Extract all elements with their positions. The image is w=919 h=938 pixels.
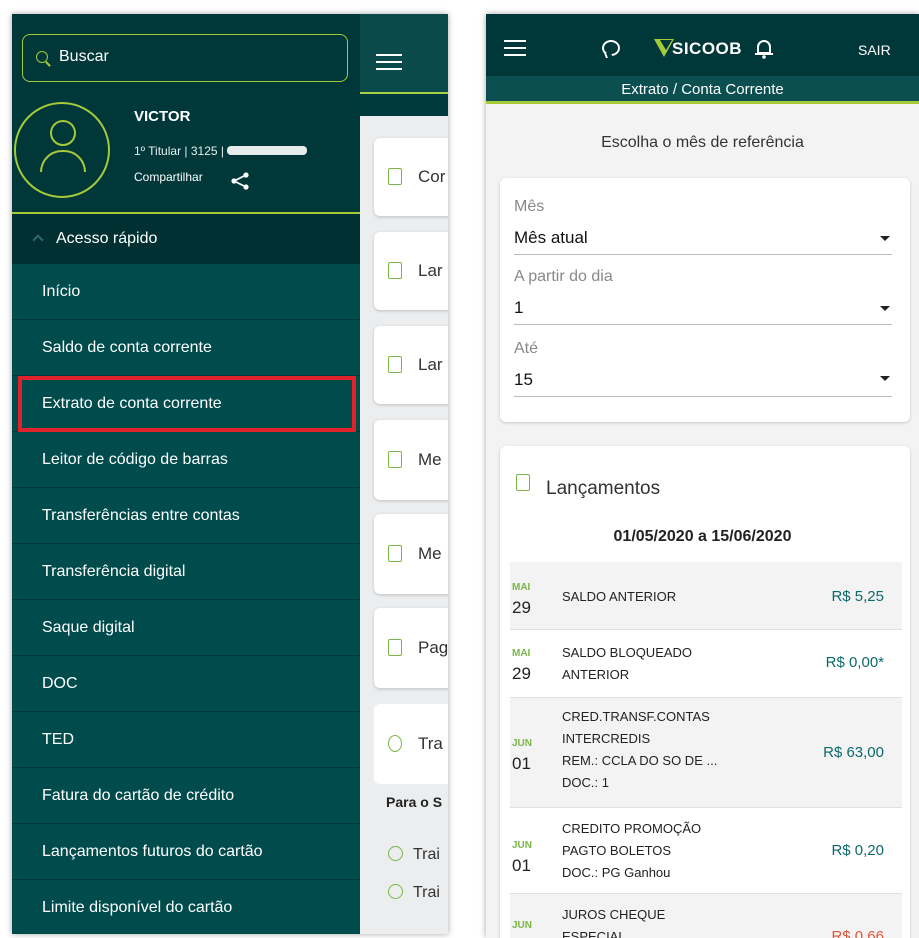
background-card[interactable]: Pag — [374, 608, 448, 688]
menu-item[interactable]: Transferência digital — [12, 544, 360, 600]
user-icon — [14, 102, 110, 198]
user-name: VICTOR — [134, 108, 191, 125]
transaction-row[interactable]: JUN 01 CRED.TRANSF.CONTAS INTERCREDIS RE… — [510, 698, 902, 808]
background-card[interactable]: Cor — [374, 138, 448, 216]
background-topbar — [360, 14, 448, 92]
list-icon — [516, 474, 530, 491]
from-day-select[interactable]: 1 — [514, 298, 523, 318]
link-item[interactable]: Trai — [388, 846, 440, 864]
highlight-box — [18, 376, 356, 432]
divider — [514, 254, 892, 255]
background-card[interactable]: Lar — [374, 326, 448, 404]
background-card[interactable]: Me — [374, 420, 448, 500]
bell-icon[interactable] — [754, 38, 774, 60]
card-icon — [388, 451, 402, 468]
breadcrumb: Extrato / Conta Corrente — [486, 76, 919, 104]
hamburger-icon[interactable] — [504, 40, 526, 56]
account-info: 1º Titular | 3125 | — [134, 144, 307, 158]
transaction-row[interactable]: MAI 29 SALDO ANTERIOR R$ 5,25 — [510, 562, 902, 630]
dropdown-icon[interactable] — [880, 306, 890, 311]
card-icon — [388, 639, 402, 656]
menu-item[interactable]: Fatura do cartão de crédito — [12, 768, 360, 824]
month-select[interactable]: Mês atual — [514, 228, 588, 248]
right-screen: SICOOB SAIR Extrato / Conta Corrente Esc… — [486, 14, 919, 938]
link-item[interactable]: Trai — [388, 884, 440, 902]
hamburger-icon[interactable] — [376, 54, 402, 70]
transactions-title: Lançamentos — [546, 478, 661, 499]
card-icon — [388, 262, 402, 279]
month-label: Mês — [514, 198, 545, 215]
filter-card — [500, 178, 910, 422]
menu-item[interactable]: Lançamentos futuros do cartão — [12, 824, 360, 880]
card-icon — [388, 735, 402, 752]
card-icon — [388, 168, 402, 185]
transaction-row[interactable]: JUN JUROS CHEQUE ESPECIAL R$ 0,66 — [510, 894, 902, 938]
month-prompt: Escolha o mês de referência — [601, 134, 804, 151]
background-card[interactable]: Lar — [374, 232, 448, 310]
chat-icon[interactable] — [602, 40, 620, 56]
menu-item[interactable]: Leitor de código de barras — [12, 432, 360, 488]
to-day-label: Até — [514, 340, 539, 357]
section-label: Para o S — [386, 794, 443, 810]
chevron-up-icon — [32, 234, 44, 246]
redacted-text — [227, 146, 307, 155]
left-screen: Cor Lar Lar Me Me Pag Tra Para o S Trai … — [12, 14, 448, 934]
quick-access-header[interactable]: Acesso rápido — [12, 214, 360, 264]
card-icon — [388, 545, 402, 562]
transactions-period: 01/05/2020 a 15/06/2020 — [613, 528, 792, 545]
menu-item[interactable]: Limite disponível do cartão — [12, 880, 360, 934]
menu-item[interactable]: Transferências entre contas — [12, 488, 360, 544]
menu-item[interactable]: TED — [12, 712, 360, 768]
background-card[interactable]: Tra — [374, 704, 448, 784]
menu-item[interactable]: Saque digital — [12, 600, 360, 656]
dropdown-icon[interactable] — [880, 376, 890, 381]
share-icon[interactable] — [230, 172, 250, 190]
chevron-icon — [388, 846, 403, 861]
background-card[interactable]: Me — [374, 514, 448, 594]
transaction-row[interactable]: JUN 01 CREDITO PROMOÇÃO PAGTO BOLETOS DO… — [510, 808, 902, 894]
logout-button[interactable]: SAIR — [858, 42, 891, 58]
menu-item[interactable]: DOC — [12, 656, 360, 712]
card-icon — [388, 356, 402, 373]
navigation-drawer: Buscar VICTOR 1º Titular | 3125 | Compar… — [12, 14, 360, 934]
dropdown-icon[interactable] — [880, 236, 890, 241]
to-day-select[interactable]: 15 — [514, 370, 533, 390]
chevron-icon — [388, 884, 403, 899]
transaction-row[interactable]: MAI 29 SALDO BLOQUEADO ANTERIOR R$ 0,00* — [510, 630, 902, 698]
divider — [514, 396, 892, 397]
search-input[interactable]: Buscar — [22, 34, 348, 82]
share-label[interactable]: Compartilhar — [134, 170, 203, 184]
background-subbar — [360, 92, 448, 116]
search-icon — [36, 51, 48, 63]
from-day-label: A partir do dia — [514, 268, 613, 285]
menu-item[interactable]: Saldo de conta corrente — [12, 320, 360, 376]
menu-item[interactable]: Início — [12, 264, 360, 320]
divider — [514, 324, 892, 325]
